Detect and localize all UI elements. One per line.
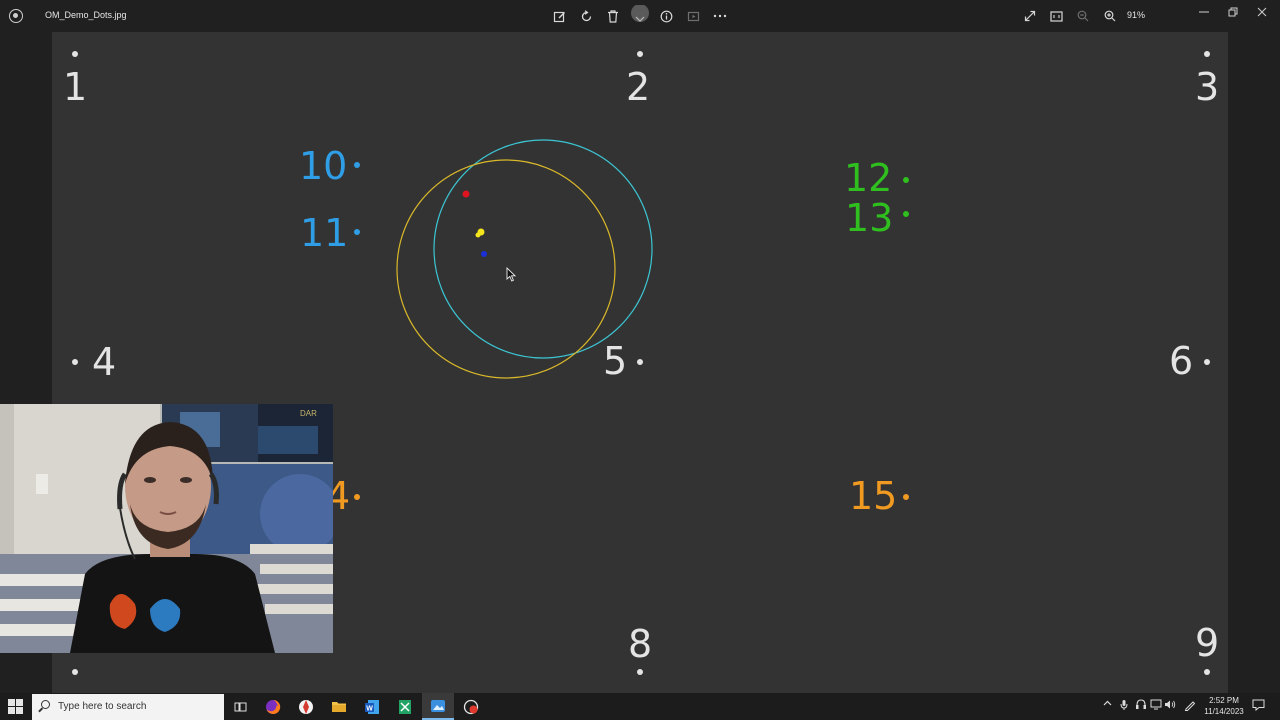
search-icon	[41, 700, 50, 709]
dot-3	[1204, 51, 1210, 57]
delete-icon[interactable]	[602, 6, 624, 26]
volume-icon[interactable]	[1164, 699, 1176, 713]
rotate-icon[interactable]	[575, 6, 597, 26]
label-15: 15	[849, 474, 898, 518]
label-8: 8	[628, 622, 653, 666]
title-bar: OM_Demo_Dots.jpg 91%	[0, 0, 1280, 32]
close-icon[interactable]	[1249, 4, 1275, 20]
zoom-level[interactable]: 91%	[1127, 10, 1145, 20]
app2-icon[interactable]	[455, 693, 487, 720]
chevron-up-icon[interactable]	[1103, 699, 1112, 711]
maximize-icon[interactable]	[1220, 4, 1246, 20]
dot-10	[354, 162, 360, 168]
blue-marker	[481, 251, 487, 257]
clock-time: 2:52 PM	[1209, 696, 1239, 705]
excel-icon[interactable]	[389, 693, 421, 720]
dot-9	[1204, 669, 1210, 675]
search-placeholder: Type here to search	[58, 701, 147, 712]
edit-icon[interactable]	[548, 6, 570, 26]
dot-8	[637, 669, 643, 675]
system-clock[interactable]: 2:52 PM 11/14/2023	[1198, 695, 1250, 717]
label-4: 4	[92, 340, 117, 384]
dot-6	[1204, 359, 1210, 365]
dot-2	[637, 51, 643, 57]
red-marker	[462, 190, 470, 198]
zoom-in-icon[interactable]	[1099, 6, 1121, 26]
label-5: 5	[603, 339, 628, 383]
webcam-overlay: DAR	[0, 404, 333, 653]
webcam-person-image: DAR	[0, 404, 333, 653]
zoom-out-icon[interactable]	[1072, 6, 1094, 26]
dot-11	[354, 229, 360, 235]
info-icon[interactable]	[655, 6, 677, 26]
word-icon[interactable]: W	[356, 693, 388, 720]
dot-12	[903, 177, 909, 183]
app-icon[interactable]	[290, 693, 322, 720]
taskbar-search-input[interactable]: Type here to search	[32, 694, 224, 720]
favorite-icon[interactable]	[629, 5, 651, 26]
label-10: 10	[299, 144, 348, 188]
firefox-icon[interactable]	[257, 693, 289, 720]
file-name: OM_Demo_Dots.jpg	[45, 10, 127, 20]
notifications-icon[interactable]	[1252, 699, 1265, 714]
dot-13	[903, 211, 909, 217]
microphone-icon[interactable]	[1120, 699, 1128, 714]
label-12: 12	[844, 156, 893, 200]
file-explorer-icon[interactable]	[323, 693, 355, 720]
svg-text:W: W	[366, 705, 373, 712]
headset-icon[interactable]	[1135, 699, 1147, 713]
taskbar: Type here to search W 2:52 PM 11/14/2023	[0, 693, 1280, 720]
dot-15	[903, 494, 909, 500]
slideshow-icon[interactable]	[682, 6, 704, 26]
photos-app-icon	[9, 9, 23, 23]
actual-size-icon[interactable]	[1045, 6, 1067, 26]
task-view-icon[interactable]	[224, 693, 256, 720]
clock-date: 11/14/2023	[1204, 707, 1244, 716]
label-9: 9	[1195, 621, 1220, 665]
dot-5	[637, 359, 643, 365]
expand-icon[interactable]	[1019, 6, 1041, 26]
minimize-icon[interactable]	[1191, 4, 1217, 20]
network-icon[interactable]	[1150, 699, 1162, 713]
more-icon[interactable]	[709, 6, 731, 26]
pen-icon[interactable]	[1184, 699, 1196, 714]
svg-text:DAR: DAR	[300, 409, 317, 418]
cyan-circle	[433, 139, 653, 359]
label-3: 3	[1195, 65, 1220, 109]
label-11: 11	[300, 211, 349, 255]
label-1: 1	[63, 65, 88, 109]
active-app-icon[interactable]	[422, 693, 454, 720]
label-2: 2	[626, 65, 651, 109]
dot-4	[72, 359, 78, 365]
label-6: 6	[1169, 339, 1194, 383]
dot-7	[72, 669, 78, 675]
label-13: 13	[845, 196, 894, 240]
dot-14	[354, 494, 360, 500]
start-button[interactable]	[8, 699, 23, 714]
dot-1	[72, 51, 78, 57]
yellow-marker-2	[475, 232, 481, 238]
